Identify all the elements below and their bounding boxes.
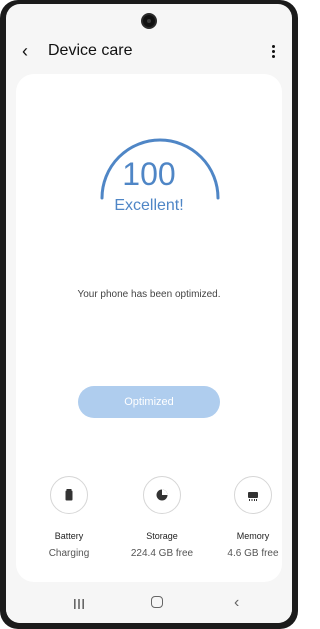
- page-title: Device care: [48, 42, 133, 59]
- phone-frame: ‹ Device care 100 Excellent! Your phone …: [0, 0, 298, 629]
- score-value: 100: [122, 156, 176, 192]
- memory-icon: [234, 476, 272, 514]
- memory-value: 4.6 GB free: [227, 548, 279, 559]
- optimized-button[interactable]: Optimized: [78, 386, 220, 418]
- optimization-status: Your phone has been optimized.: [77, 289, 221, 300]
- more-options-icon[interactable]: [268, 40, 278, 62]
- home-icon[interactable]: [151, 596, 163, 608]
- storage-label: Storage: [146, 531, 178, 541]
- system-navigation-bar: ‹: [6, 587, 292, 623]
- battery-icon: [50, 476, 88, 514]
- memory-stat[interactable]: Memory 4.6 GB free: [210, 476, 292, 560]
- storage-icon: [143, 476, 181, 514]
- screen: ‹ Device care 100 Excellent! Your phone …: [6, 4, 292, 623]
- storage-stat[interactable]: Storage 224.4 GB free: [119, 476, 205, 560]
- device-care-card: 100 Excellent! Your phone has been optim…: [16, 74, 282, 582]
- recent-apps-icon[interactable]: [72, 597, 86, 611]
- top-app-bar: ‹ Device care: [6, 34, 292, 68]
- battery-stat[interactable]: Battery Charging: [26, 476, 112, 560]
- back-arrow-icon[interactable]: ‹: [22, 40, 40, 62]
- back-nav-icon[interactable]: ‹: [234, 594, 239, 612]
- storage-value: 224.4 GB free: [130, 548, 194, 559]
- battery-label: Battery: [54, 531, 84, 541]
- battery-value: Charging: [48, 548, 90, 559]
- memory-label: Memory: [236, 531, 270, 541]
- front-camera: [141, 13, 157, 29]
- score-label: Excellent!: [114, 197, 184, 214]
